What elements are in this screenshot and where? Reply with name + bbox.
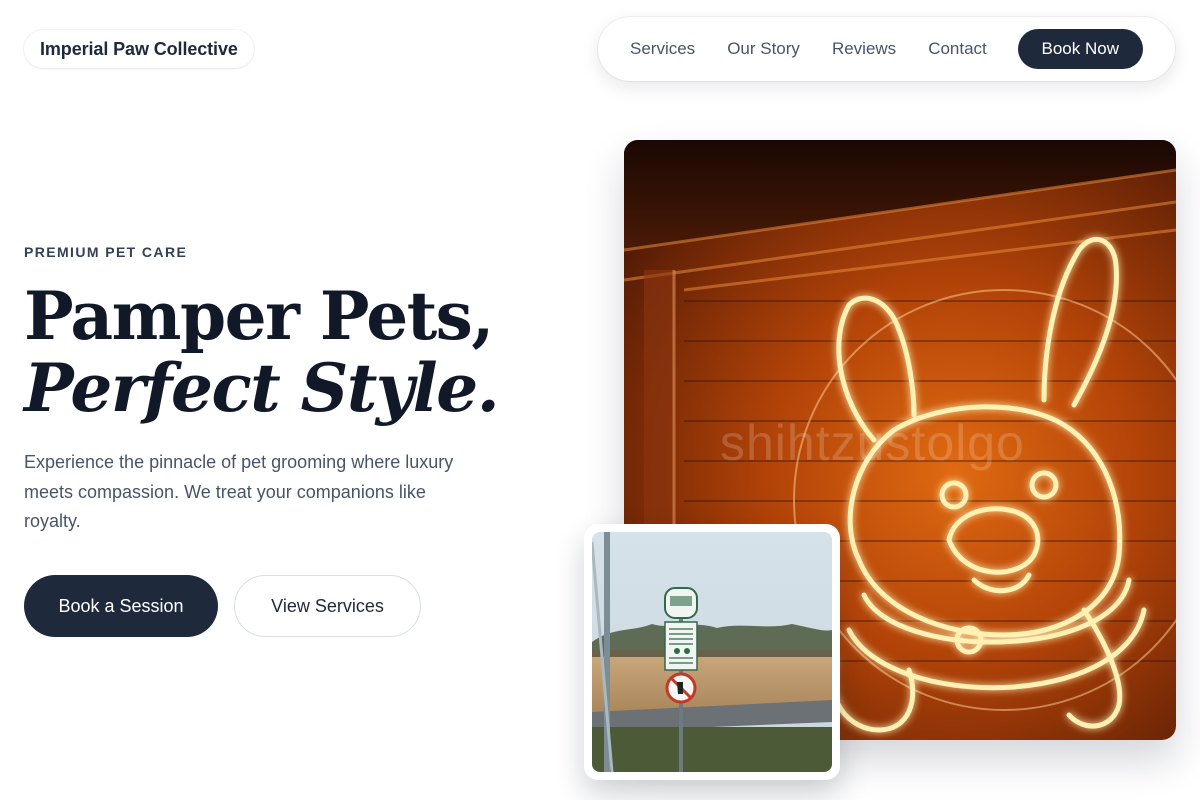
- brand-logo[interactable]: Imperial Paw Collective: [24, 30, 254, 68]
- headline-line-1: Pamper Pets,: [24, 277, 494, 355]
- nav-link-services[interactable]: Services: [630, 39, 695, 59]
- nav-link-our-story[interactable]: Our Story: [727, 39, 800, 59]
- main-nav: Services Our Story Reviews Contact Book …: [598, 17, 1175, 81]
- inset-image-park-sign: [592, 532, 832, 772]
- park-sign-illustration: [592, 532, 832, 772]
- hero-description: Experience the pinnacle of pet grooming …: [24, 452, 454, 531]
- headline-line-2: Perfect Style.: [24, 349, 500, 427]
- hero-headline: Pamper Pets, Perfect Style.: [24, 277, 500, 427]
- view-services-button[interactable]: View Services: [234, 575, 421, 637]
- nav-link-reviews[interactable]: Reviews: [832, 39, 896, 59]
- inset-image-card: [584, 524, 840, 780]
- image-watermark: shihtzustolgo: [720, 415, 1025, 471]
- hero-eyebrow: PREMIUM PET CARE: [24, 244, 188, 260]
- landing-page: Imperial Paw Collective Services Our Sto…: [0, 0, 1200, 800]
- nav-link-contact[interactable]: Contact: [928, 39, 987, 59]
- book-session-button[interactable]: Book a Session: [24, 575, 218, 637]
- book-now-button[interactable]: Book Now: [1017, 29, 1143, 69]
